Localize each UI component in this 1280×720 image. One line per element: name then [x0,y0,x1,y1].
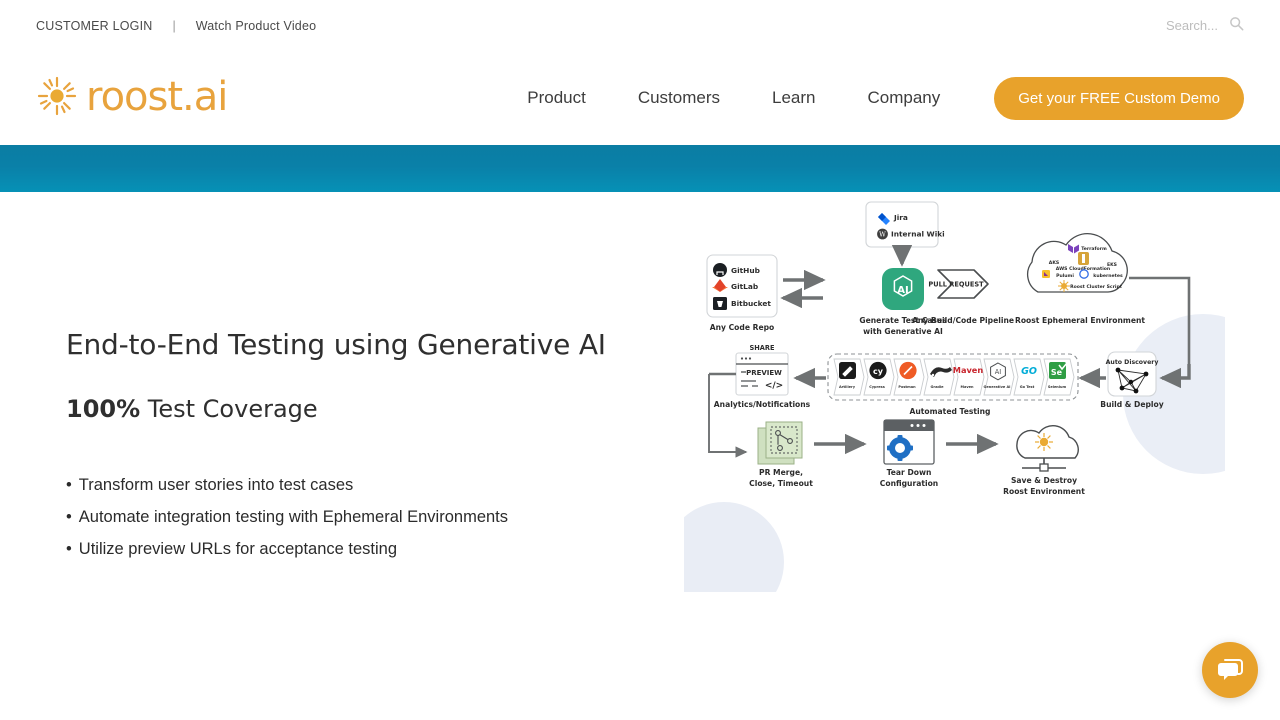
share-label: SHARE [750,344,775,352]
kubernetes-label: kubernetes [1093,273,1123,279]
auto-discovery-label: Auto Discovery [1106,359,1159,366]
save-destroy-caption-1: Save & Destroy [1011,476,1077,485]
chat-widget-button[interactable] [1202,642,1258,698]
generative-ai-node: AI [882,268,924,310]
preview-label: PREVIEW [746,369,782,377]
utility-separator: | [172,18,176,33]
hero-bullet-3: Utilize preview URLs for acceptance test… [66,533,660,565]
svg-text:AI: AI [995,368,1002,376]
pr-merge-node [757,421,803,465]
logo-text: roost.ai [86,74,228,120]
search-input[interactable] [1132,17,1220,34]
roost-sun-small-icon [1035,433,1053,451]
ai-caption-line2: with Generative AI [863,327,943,336]
save-destroy-caption-2: Roost Environment [1003,487,1085,496]
pulumi-icon [1042,270,1050,278]
pull-request-node: PULL REQUEST [928,269,989,299]
sun-icon [36,75,78,122]
automated-testing-caption: Automated Testing [910,407,991,416]
teal-banner-strip [0,145,1280,192]
roost-ephemeral-cloud-node: Terraform AKS EKS AWS CloudFormation Pul… [1026,233,1128,293]
chat-bubble-icon [1218,659,1243,680]
site-logo[interactable]: roost.ai [36,74,228,122]
build-deploy-node: Auto Discovery [1106,351,1159,397]
svg-text:Se: Se [1051,368,1063,377]
nav-item-learn[interactable]: Learn [746,88,841,108]
roost-cluster-script-label: Roost Cluster Script [1070,284,1123,290]
tool-label-gradle: Gradle [930,385,944,389]
jira-label: Jira [893,213,908,222]
cloud-caption: Roost Ephemeral Environment [1015,316,1145,325]
tool-label-go-test: Go Test [1020,385,1035,389]
pulumi-label: Pulumi [1056,273,1074,279]
workflow-diagram: .bx{fill:#fff;stroke:#d2d5d8;stroke-widt… [706,201,1191,496]
analytics-caption: Analytics/Notifications [714,400,811,409]
hero-bullet-list: Transform user stories into test cases A… [66,469,660,566]
teardown-caption-1: Tear Down [887,468,932,477]
pr-merge-caption-1: PR Merge, [759,468,803,477]
svg-text:W: W [879,230,886,238]
code-glyph: </> [765,381,783,391]
jira-wiki-node: Jira W Internal Wiki [865,201,945,248]
aks-label: AKS [1049,260,1059,266]
kubernetes-icon [1079,269,1089,279]
ai-badge-text: AI [897,285,908,296]
tool-label-artillery: Artillery [839,385,856,389]
aws-cloudformation-icon [1078,252,1089,265]
arrow-to-build-deploy [1159,364,1191,389]
hero-subtitle: 100% Test Coverage [66,395,660,423]
nav-item-company[interactable]: Company [842,88,967,108]
hero-title: End-to-End Testing using Generative AI [66,328,606,361]
wiki-icon: W [877,228,888,240]
teardown-node [883,419,935,465]
hero-subtitle-strong: 100% [66,395,141,423]
terraform-label: Terraform [1081,246,1107,252]
nav-item-product[interactable]: Product [501,88,612,108]
tool-label-selenium: Selenium [1048,385,1067,389]
pull-request-label: PULL REQUEST [928,281,984,289]
search-area [1132,16,1244,36]
repo-caption: Any Code Repo [710,323,775,332]
code-repo-node: GitHub GitLab Bitbucket [706,254,778,318]
search-icon[interactable] [1229,16,1244,36]
svg-text:cy: cy [873,367,884,376]
hero-bullet-1: Transform user stories into test cases [66,469,660,501]
github-label: GitHub [731,266,760,275]
pipeline-caption: Any Build/Code Pipeline [912,316,1014,325]
hero-section: End-to-End Testing using Generative AI 1… [0,192,1280,622]
go-icon: GO [1021,366,1037,377]
hero-copy: End-to-End Testing using Generative AI 1… [0,192,660,622]
teardown-caption-2: Configuration [880,479,938,488]
bitbucket-label: Bitbucket [731,299,771,308]
bitbucket-icon [713,297,727,310]
gitlab-label: GitLab [731,282,758,291]
save-destroy-node [1016,424,1079,472]
automated-testing-node: Artillery cy Cypress Postman Gradle Mave… [827,353,1079,401]
hero-subtitle-rest: Test Coverage [140,395,318,423]
tool-label-maven: Maven [961,385,975,389]
tool-label-postman: Postman [898,385,916,389]
utility-links: CUSTOMER LOGIN | Watch Product Video [36,19,316,33]
maven-icon: Maven [953,365,984,375]
customer-login-link[interactable]: CUSTOMER LOGIN [36,19,152,33]
nav-links: Product Customers Learn Company Get your… [501,76,1244,120]
tool-label-cypress: Cypress [869,385,885,389]
nav-item-customers[interactable]: Customers [612,88,746,108]
get-free-demo-button[interactable]: Get your FREE Custom Demo [994,76,1244,120]
hero-bullet-2: Automate integration testing with Epheme… [66,501,660,533]
main-navigation: roost.ai Product Customers Learn Company… [0,51,1280,145]
roost-sun-icon [1058,280,1070,292]
build-deploy-caption: Build & Deploy [1100,400,1163,409]
github-icon [713,263,727,277]
workflow-diagram-image: .bx{fill:#fff;stroke:#d2d5d8;stroke-widt… [684,192,1225,592]
tool-label-generative-ai: Generative AI [984,385,1011,389]
internal-wiki-label: Internal Wiki [891,229,945,238]
utility-bar: CUSTOMER LOGIN | Watch Product Video [0,0,1280,51]
pr-merge-caption-2: Close, Timeout [749,479,813,488]
watch-product-video-link[interactable]: Watch Product Video [196,19,317,33]
analytics-notifications-node: PREVIEW </> [735,352,789,396]
